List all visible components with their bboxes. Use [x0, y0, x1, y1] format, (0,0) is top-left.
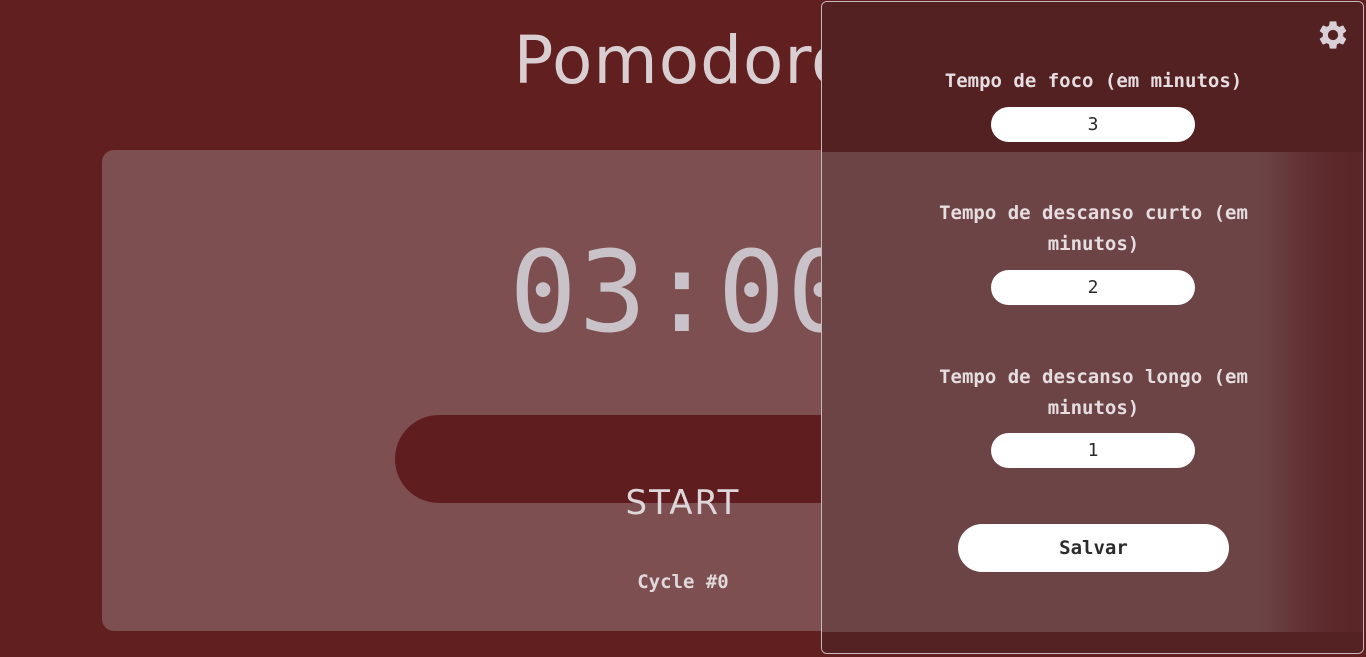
- gear-icon[interactable]: [1316, 18, 1350, 52]
- panel-background-bottom: [822, 632, 1363, 653]
- settings-panel: Tempo de foco (em minutos) Tempo de desc…: [821, 1, 1364, 654]
- long-break-input[interactable]: [991, 433, 1195, 468]
- focus-time-label: Tempo de foco (em minutos): [944, 70, 1243, 92]
- save-button[interactable]: Salvar: [958, 524, 1229, 572]
- panel-background-edge: [1267, 152, 1363, 632]
- focus-time-input[interactable]: [991, 107, 1195, 142]
- long-break-label: Tempo de descanso longo (em minutos): [939, 366, 1248, 419]
- short-break-label: Tempo de descanso curto (em minutos): [939, 202, 1248, 255]
- pomodoro-page: Pomodoro 03:00 START Cycle #0 Tempo de f…: [0, 0, 1366, 657]
- short-break-input[interactable]: [991, 270, 1195, 305]
